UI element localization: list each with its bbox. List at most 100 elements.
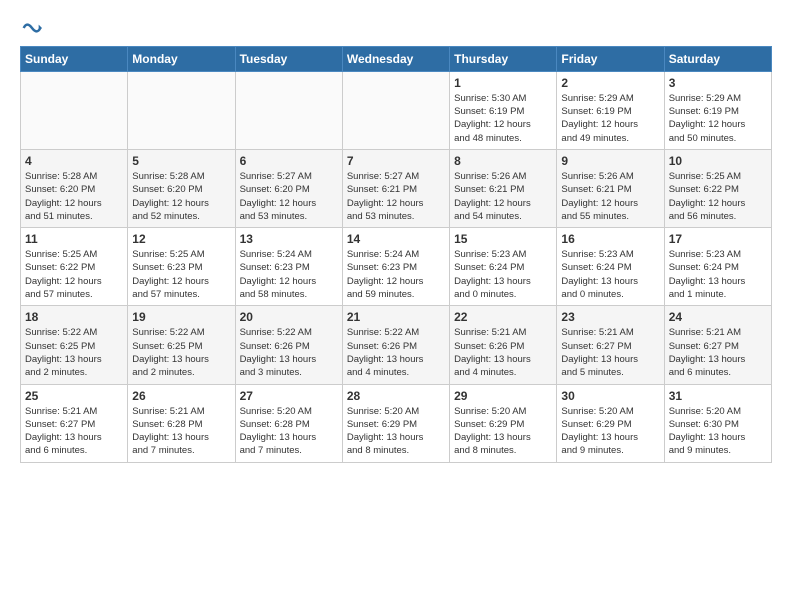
calendar-cell: 2 Sunrise: 5:29 AM Sunset: 6:19 PM Daylig… bbox=[557, 71, 664, 149]
calendar-cell: 10 Sunrise: 5:25 AM Sunset: 6:22 PM Dayli… bbox=[664, 149, 771, 227]
day-info: Sunrise: 5:28 AM Sunset: 6:20 PM Dayligh… bbox=[25, 170, 123, 223]
day-number: 6 bbox=[240, 154, 338, 168]
day-number: 19 bbox=[132, 310, 230, 324]
day-info: Sunrise: 5:29 AM Sunset: 6:19 PM Dayligh… bbox=[669, 92, 767, 145]
day-info: Sunrise: 5:28 AM Sunset: 6:20 PM Dayligh… bbox=[132, 170, 230, 223]
day-info: Sunrise: 5:20 AM Sunset: 6:29 PM Dayligh… bbox=[347, 405, 445, 458]
day-number: 15 bbox=[454, 232, 552, 246]
calendar-cell: 31Sunrise: 5:20 AM Sunset: 6:30 PM Dayli… bbox=[664, 384, 771, 462]
day-number: 31 bbox=[669, 389, 767, 403]
day-number: 21 bbox=[347, 310, 445, 324]
calendar-cell: 28 Sunrise: 5:20 AM Sunset: 6:29 PM Dayli… bbox=[342, 384, 449, 462]
calendar-cell: 4 Sunrise: 5:28 AM Sunset: 6:20 PM Daylig… bbox=[21, 149, 128, 227]
calendar-cell: 14 Sunrise: 5:24 AM Sunset: 6:23 PM Dayli… bbox=[342, 228, 449, 306]
weekday-header-cell: Thursday bbox=[450, 46, 557, 71]
calendar-cell: 18 Sunrise: 5:22 AM Sunset: 6:25 PM Dayli… bbox=[21, 306, 128, 384]
day-info: Sunrise: 5:20 AM Sunset: 6:29 PM Dayligh… bbox=[454, 405, 552, 458]
calendar-cell: 6 Sunrise: 5:27 AM Sunset: 6:20 PM Daylig… bbox=[235, 149, 342, 227]
logo-wave-icon bbox=[22, 18, 42, 38]
day-number: 29 bbox=[454, 389, 552, 403]
weekday-header-cell: Sunday bbox=[21, 46, 128, 71]
calendar-cell: 9 Sunrise: 5:26 AM Sunset: 6:21 PM Daylig… bbox=[557, 149, 664, 227]
calendar-cell: 1 Sunrise: 5:30 AM Sunset: 6:19 PM Daylig… bbox=[450, 71, 557, 149]
calendar-cell: 13 Sunrise: 5:24 AM Sunset: 6:23 PM Dayli… bbox=[235, 228, 342, 306]
day-info: Sunrise: 5:23 AM Sunset: 6:24 PM Dayligh… bbox=[669, 248, 767, 301]
calendar-cell: 20 Sunrise: 5:22 AM Sunset: 6:26 PM Dayli… bbox=[235, 306, 342, 384]
day-number: 13 bbox=[240, 232, 338, 246]
calendar-cell bbox=[128, 71, 235, 149]
day-info: Sunrise: 5:22 AM Sunset: 6:26 PM Dayligh… bbox=[240, 326, 338, 379]
day-info: Sunrise: 5:25 AM Sunset: 6:22 PM Dayligh… bbox=[25, 248, 123, 301]
calendar-cell: 3 Sunrise: 5:29 AM Sunset: 6:19 PM Daylig… bbox=[664, 71, 771, 149]
calendar-cell: 19 Sunrise: 5:22 AM Sunset: 6:25 PM Dayli… bbox=[128, 306, 235, 384]
weekday-header-cell: Saturday bbox=[664, 46, 771, 71]
day-info: Sunrise: 5:22 AM Sunset: 6:25 PM Dayligh… bbox=[132, 326, 230, 379]
calendar-week-row: 25 Sunrise: 5:21 AM Sunset: 6:27 PM Dayli… bbox=[21, 384, 772, 462]
day-info: Sunrise: 5:22 AM Sunset: 6:26 PM Dayligh… bbox=[347, 326, 445, 379]
calendar-cell: 7Sunrise: 5:27 AM Sunset: 6:21 PM Daylig… bbox=[342, 149, 449, 227]
calendar-week-row: 1 Sunrise: 5:30 AM Sunset: 6:19 PM Daylig… bbox=[21, 71, 772, 149]
day-number: 10 bbox=[669, 154, 767, 168]
calendar-cell bbox=[342, 71, 449, 149]
calendar-cell: 29 Sunrise: 5:20 AM Sunset: 6:29 PM Dayli… bbox=[450, 384, 557, 462]
day-info: Sunrise: 5:20 AM Sunset: 6:29 PM Dayligh… bbox=[561, 405, 659, 458]
day-number: 18 bbox=[25, 310, 123, 324]
day-info: Sunrise: 5:27 AM Sunset: 6:20 PM Dayligh… bbox=[240, 170, 338, 223]
day-number: 12 bbox=[132, 232, 230, 246]
day-number: 9 bbox=[561, 154, 659, 168]
day-info: Sunrise: 5:24 AM Sunset: 6:23 PM Dayligh… bbox=[240, 248, 338, 301]
day-info: Sunrise: 5:26 AM Sunset: 6:21 PM Dayligh… bbox=[454, 170, 552, 223]
calendar-cell: 26Sunrise: 5:21 AM Sunset: 6:28 PM Dayli… bbox=[128, 384, 235, 462]
day-info: Sunrise: 5:29 AM Sunset: 6:19 PM Dayligh… bbox=[561, 92, 659, 145]
day-number: 4 bbox=[25, 154, 123, 168]
day-number: 16 bbox=[561, 232, 659, 246]
weekday-header-cell: Tuesday bbox=[235, 46, 342, 71]
calendar-week-row: 18 Sunrise: 5:22 AM Sunset: 6:25 PM Dayli… bbox=[21, 306, 772, 384]
calendar-cell: 21 Sunrise: 5:22 AM Sunset: 6:26 PM Dayli… bbox=[342, 306, 449, 384]
calendar-cell: 27 Sunrise: 5:20 AM Sunset: 6:28 PM Dayli… bbox=[235, 384, 342, 462]
day-info: Sunrise: 5:21 AM Sunset: 6:27 PM Dayligh… bbox=[561, 326, 659, 379]
calendar-cell: 16 Sunrise: 5:23 AM Sunset: 6:24 PM Dayli… bbox=[557, 228, 664, 306]
day-info: Sunrise: 5:25 AM Sunset: 6:22 PM Dayligh… bbox=[669, 170, 767, 223]
logo-block bbox=[20, 16, 42, 38]
day-info: Sunrise: 5:24 AM Sunset: 6:23 PM Dayligh… bbox=[347, 248, 445, 301]
day-number: 25 bbox=[25, 389, 123, 403]
weekday-header-row: SundayMondayTuesdayWednesdayThursdayFrid… bbox=[21, 46, 772, 71]
calendar-cell: 24Sunrise: 5:21 AM Sunset: 6:27 PM Dayli… bbox=[664, 306, 771, 384]
day-info: Sunrise: 5:30 AM Sunset: 6:19 PM Dayligh… bbox=[454, 92, 552, 145]
calendar-cell: 15 Sunrise: 5:23 AM Sunset: 6:24 PM Dayli… bbox=[450, 228, 557, 306]
day-number: 27 bbox=[240, 389, 338, 403]
day-info: Sunrise: 5:20 AM Sunset: 6:28 PM Dayligh… bbox=[240, 405, 338, 458]
day-number: 5 bbox=[132, 154, 230, 168]
day-info: Sunrise: 5:26 AM Sunset: 6:21 PM Dayligh… bbox=[561, 170, 659, 223]
day-number: 1 bbox=[454, 76, 552, 90]
day-number: 30 bbox=[561, 389, 659, 403]
day-number: 28 bbox=[347, 389, 445, 403]
calendar-cell: 11Sunrise: 5:25 AM Sunset: 6:22 PM Dayli… bbox=[21, 228, 128, 306]
day-info: Sunrise: 5:23 AM Sunset: 6:24 PM Dayligh… bbox=[561, 248, 659, 301]
day-number: 17 bbox=[669, 232, 767, 246]
day-info: Sunrise: 5:21 AM Sunset: 6:27 PM Dayligh… bbox=[25, 405, 123, 458]
calendar-cell: 30 Sunrise: 5:20 AM Sunset: 6:29 PM Dayli… bbox=[557, 384, 664, 462]
day-info: Sunrise: 5:23 AM Sunset: 6:24 PM Dayligh… bbox=[454, 248, 552, 301]
page-header bbox=[20, 16, 772, 38]
calendar-cell: 5 Sunrise: 5:28 AM Sunset: 6:20 PM Daylig… bbox=[128, 149, 235, 227]
calendar-cell bbox=[235, 71, 342, 149]
day-info: Sunrise: 5:21 AM Sunset: 6:28 PM Dayligh… bbox=[132, 405, 230, 458]
weekday-header-cell: Friday bbox=[557, 46, 664, 71]
day-number: 3 bbox=[669, 76, 767, 90]
calendar-week-row: 4 Sunrise: 5:28 AM Sunset: 6:20 PM Daylig… bbox=[21, 149, 772, 227]
calendar-cell: 25 Sunrise: 5:21 AM Sunset: 6:27 PM Dayli… bbox=[21, 384, 128, 462]
day-info: Sunrise: 5:22 AM Sunset: 6:25 PM Dayligh… bbox=[25, 326, 123, 379]
day-number: 8 bbox=[454, 154, 552, 168]
weekday-header-cell: Monday bbox=[128, 46, 235, 71]
day-number: 14 bbox=[347, 232, 445, 246]
day-number: 20 bbox=[240, 310, 338, 324]
calendar-cell bbox=[21, 71, 128, 149]
day-info: Sunrise: 5:21 AM Sunset: 6:26 PM Dayligh… bbox=[454, 326, 552, 379]
calendar-cell: 17 Sunrise: 5:23 AM Sunset: 6:24 PM Dayli… bbox=[664, 228, 771, 306]
calendar-cell: 23Sunrise: 5:21 AM Sunset: 6:27 PM Dayli… bbox=[557, 306, 664, 384]
day-number: 2 bbox=[561, 76, 659, 90]
day-number: 24 bbox=[669, 310, 767, 324]
calendar-body: 1 Sunrise: 5:30 AM Sunset: 6:19 PM Daylig… bbox=[21, 71, 772, 462]
